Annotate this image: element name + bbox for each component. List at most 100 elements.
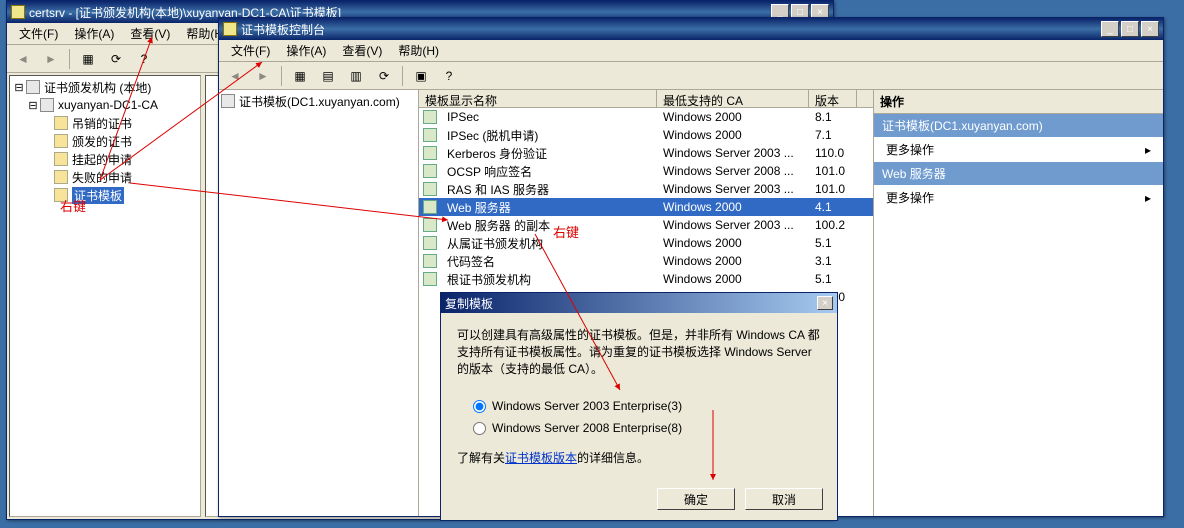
actions-section-root: 证书模板(DC1.xuyanyan.com): [874, 114, 1163, 137]
templates-titlebar[interactable]: 证书模板控制台 _ □ ×: [219, 18, 1163, 40]
app-icon: [11, 5, 25, 19]
actions-more-2[interactable]: 更多操作▸: [874, 185, 1163, 210]
template-icon: [423, 236, 437, 250]
ok-button[interactable]: 确定: [657, 488, 735, 510]
cell-name: Kerberos 身份验证: [441, 145, 657, 162]
menu-action[interactable]: 操作(A): [66, 23, 122, 44]
template-icon: [423, 272, 437, 286]
actions-more-1[interactable]: 更多操作▸: [874, 137, 1163, 162]
actions-pane: 操作 证书模板(DC1.xuyanyan.com) 更多操作▸ Web 服务器 …: [873, 90, 1163, 516]
folder-icon: [54, 134, 68, 148]
refresh-button[interactable]: ⟳: [104, 48, 128, 70]
template-icon: [423, 128, 437, 142]
close-button[interactable]: ×: [1141, 21, 1159, 37]
tree-ca[interactable]: xuyanyan-DC1-CA: [58, 98, 158, 112]
cell-ver: 7.1: [809, 128, 857, 142]
menu-view[interactable]: 查看(V): [122, 23, 178, 44]
cell-ver: 101.0: [809, 182, 857, 196]
col-name[interactable]: 模板显示名称: [419, 90, 657, 107]
minimize-button[interactable]: _: [1101, 21, 1119, 37]
col-ca[interactable]: 最低支持的 CA: [657, 90, 809, 107]
window-title: 证书模板控制台: [241, 21, 1101, 38]
cell-ca: Windows 2000: [657, 272, 809, 286]
folder-icon: [54, 170, 68, 184]
radio-2008[interactable]: Windows Server 2008 Enterprise(8): [473, 421, 805, 435]
cell-name: Web 服务器 的副本: [441, 217, 657, 234]
dialog-titlebar[interactable]: 复制模板 ×: [441, 293, 837, 313]
cell-name: IPSec: [441, 110, 657, 124]
cell-ca: Windows 2000: [657, 236, 809, 250]
menu-action[interactable]: 操作(A): [278, 40, 334, 61]
menu-help[interactable]: 帮助(H): [390, 40, 447, 61]
radio-2003[interactable]: Windows Server 2003 Enterprise(3): [473, 399, 805, 413]
template-row[interactable]: IPSec Windows 2000 8.1: [419, 108, 873, 126]
learn-suffix: 的详细信息。: [577, 451, 649, 465]
cell-ca: Windows 2000: [657, 254, 809, 268]
forward-button: ►: [251, 65, 275, 87]
ca-root-icon: [26, 80, 40, 94]
cell-ca: Windows Server 2003 ...: [657, 182, 809, 196]
cell-name: RAS 和 IAS 服务器: [441, 181, 657, 198]
template-row[interactable]: 代码签名 Windows 2000 3.1: [419, 252, 873, 270]
menu-view[interactable]: 查看(V): [334, 40, 390, 61]
templates-toolbar: ◄ ► ▦ ▤ ▥ ⟳ ▣ ?: [219, 62, 1163, 90]
menu-file[interactable]: 文件(F): [223, 40, 278, 61]
tree-item-templates[interactable]: 证书模板: [72, 187, 124, 204]
template-row[interactable]: 从属证书颁发机构 Windows 2000 5.1: [419, 234, 873, 252]
help-button[interactable]: ?: [437, 65, 461, 87]
template-icon: [423, 110, 437, 124]
cell-ver: 3.1: [809, 254, 857, 268]
tree-item[interactable]: 挂起的申请: [72, 151, 132, 168]
radio-2003-input[interactable]: [473, 400, 486, 413]
learn-link[interactable]: 证书模板版本: [505, 451, 577, 465]
template-row[interactable]: IPSec (脱机申请) Windows 2000 7.1: [419, 126, 873, 144]
template-icon: [423, 218, 437, 232]
tree-item[interactable]: 颁发的证书: [72, 133, 132, 150]
folder-icon: [54, 152, 68, 166]
col-ver[interactable]: 版本: [809, 90, 857, 107]
tree-item[interactable]: 失败的申请: [72, 169, 132, 186]
templates-root[interactable]: 证书模板(DC1.xuyanyan.com): [239, 93, 400, 110]
folder-icon: [54, 188, 68, 202]
cell-name: OCSP 响应签名: [441, 163, 657, 180]
toolbar-btn[interactable]: ▣: [409, 65, 433, 87]
template-row[interactable]: RAS 和 IAS 服务器 Windows Server 2003 ... 10…: [419, 180, 873, 198]
tree-item[interactable]: 吊销的证书: [72, 115, 132, 132]
cell-ver: 5.1: [809, 272, 857, 286]
template-row[interactable]: 根证书颁发机构 Windows 2000 5.1: [419, 270, 873, 288]
dialog-title: 复制模板: [445, 295, 493, 312]
tree-root[interactable]: 证书颁发机构 (本地): [44, 79, 151, 96]
cell-ca: Windows 2000: [657, 128, 809, 142]
radio-2008-input[interactable]: [473, 422, 486, 435]
toolbar-btn[interactable]: ?: [132, 48, 156, 70]
actions-header: 操作: [874, 90, 1163, 114]
cell-ver: 5.1: [809, 236, 857, 250]
forward-button: ►: [39, 48, 63, 70]
chevron-right-icon: ▸: [1145, 143, 1151, 157]
dialog-close-button[interactable]: ×: [817, 296, 833, 310]
certsrv-tree[interactable]: ⊟证书颁发机构 (本地) ⊟xuyanyan-DC1-CA 吊销的证书 颁发的证…: [9, 75, 201, 517]
toolbar-btn[interactable]: ▥: [344, 65, 368, 87]
folder-icon: [54, 116, 68, 130]
cell-ca: Windows Server 2008 ...: [657, 164, 809, 178]
templates-tree[interactable]: 证书模板(DC1.xuyanyan.com): [219, 90, 419, 516]
chevron-right-icon: ▸: [1145, 191, 1151, 205]
cell-name: IPSec (脱机申请): [441, 127, 657, 144]
toolbar-btn[interactable]: ▦: [76, 48, 100, 70]
templates-root-icon: [221, 94, 235, 108]
template-icon: [423, 146, 437, 160]
template-row[interactable]: OCSP 响应签名 Windows Server 2008 ... 101.0: [419, 162, 873, 180]
cell-ca: Windows 2000: [657, 110, 809, 124]
refresh-button[interactable]: ⟳: [372, 65, 396, 87]
cancel-button[interactable]: 取消: [745, 488, 823, 510]
template-row[interactable]: Web 服务器 的副本 Windows Server 2003 ... 100.…: [419, 216, 873, 234]
toolbar-btn[interactable]: ▤: [316, 65, 340, 87]
templates-menubar: 文件(F) 操作(A) 查看(V) 帮助(H): [219, 40, 1163, 62]
cell-ca: Windows Server 2003 ...: [657, 218, 809, 232]
toolbar-btn[interactable]: ▦: [288, 65, 312, 87]
menu-file[interactable]: 文件(F): [11, 23, 66, 44]
maximize-button[interactable]: □: [1121, 21, 1139, 37]
back-button: ◄: [223, 65, 247, 87]
template-row[interactable]: Web 服务器 Windows 2000 4.1: [419, 198, 873, 216]
template-row[interactable]: Kerberos 身份验证 Windows Server 2003 ... 11…: [419, 144, 873, 162]
